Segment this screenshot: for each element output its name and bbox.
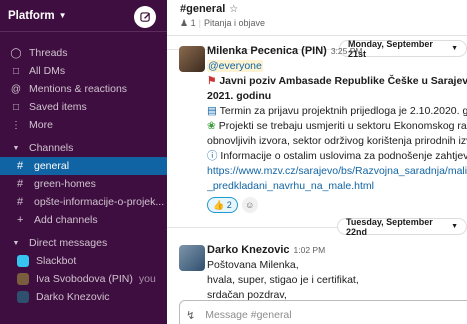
seedling-icon: ❀ (207, 120, 216, 132)
avatar[interactable] (179, 46, 205, 72)
message-text: Javni poziv Ambasade Republike Češke u S… (219, 75, 467, 87)
nav-more[interactable]: ⋮ More (0, 116, 167, 134)
reaction-thumbs-up[interactable]: 👍 2 (207, 197, 238, 213)
channel-name: general (34, 160, 70, 172)
nav-label: Saved items (29, 101, 87, 113)
shortcuts-icon[interactable]: ↯ (186, 309, 195, 322)
message-text: Projekti se trebaju usmjeriti u sektoru … (218, 120, 467, 132)
dms-icon: □ (12, 65, 20, 77)
channel-view: #general ☆ ♟ 1 | Pitanja i objave Monday, S… (167, 0, 467, 324)
bookmark-icon: □ (12, 101, 20, 113)
mention[interactable]: @everyone (207, 60, 263, 72)
channel-title[interactable]: #general (180, 3, 225, 15)
caret-down-icon: ▼ (12, 239, 20, 247)
compose-button[interactable] (134, 6, 156, 28)
message-author[interactable]: Milenka Pecenica (PIN) (207, 45, 327, 57)
workspace-header[interactable]: Platform ▼ (0, 0, 167, 32)
caret-down-icon: ▼ (12, 144, 20, 152)
sidebar-dm-slackbot[interactable]: Slackbot (0, 252, 167, 270)
member-count[interactable]: 1 (191, 18, 196, 28)
dm-name: Slackbot (36, 255, 77, 267)
channel-name: opšte-informacije-o-projek... (34, 196, 165, 208)
sidebar-channel-green-homes[interactable]: # green-homes (0, 175, 167, 193)
sidebar-dm-darko[interactable]: Darko Knezovic (0, 288, 167, 306)
add-reaction-icon: ☺ (245, 200, 255, 210)
megaphone-icon: ⚑ (207, 75, 217, 87)
sidebar-dm-iva[interactable]: Iva Svobodova (PIN) you (0, 270, 167, 288)
plus-icon: + (17, 214, 24, 226)
message-text: Poštovana Milenka, (207, 259, 299, 271)
hash-icon: # (17, 196, 24, 208)
message-link[interactable]: https://www.mzv.cz/sarajevo/bs/Razvojna_… (207, 165, 467, 177)
slackbot-avatar (17, 255, 29, 267)
calendar-icon: ▤ (207, 105, 217, 117)
dm-name: Iva Svobodova (PIN) (36, 273, 133, 285)
sidebar-channel-general[interactable]: # general (0, 157, 167, 175)
add-channels-label: Add channels (34, 214, 98, 226)
at-icon: @ (10, 83, 22, 95)
add-reaction-button[interactable]: ☺ (241, 197, 258, 213)
compose-icon (139, 11, 150, 22)
nav-label: Mentions & reactions (29, 83, 128, 95)
dm-section-header[interactable]: ▼ Direct messages (0, 234, 167, 252)
message-text: Termin za prijavu projektnih prijedloga … (219, 105, 467, 117)
message-time[interactable]: 1:02 PM (294, 245, 326, 255)
message-text: Informacije o ostalim uslovima za podnoš… (220, 150, 467, 162)
star-icon[interactable]: ☆ (229, 4, 238, 15)
section-label: Direct messages (29, 237, 108, 249)
sidebar: Platform ▼ ◯ Threads □ All DMs @ Mentions &… (0, 0, 167, 324)
message-text: 2021. godinu (207, 90, 272, 102)
channels-section-header[interactable]: ▼ Channels (0, 139, 167, 157)
date-pill[interactable]: Tuesday, September 22nd ▼ (337, 216, 467, 237)
channel-header: #general ☆ ♟ 1 | Pitanja i objave (167, 0, 467, 36)
section-label: Channels (29, 142, 74, 154)
message-text: hvala, super, stigao je i certifikat, (207, 274, 359, 286)
message-composer[interactable]: ↯ (179, 300, 467, 324)
message-author[interactable]: Darko Knezovic (207, 244, 290, 256)
channel-topic[interactable]: Pitanja i objave (204, 18, 265, 28)
more-icon: ⋮ (11, 119, 21, 131)
nav-all-dms[interactable]: □ All DMs (0, 62, 167, 80)
nav-label: All DMs (29, 65, 66, 77)
chevron-down-icon[interactable]: ▼ (59, 11, 67, 20)
hash-icon: # (17, 178, 24, 190)
dm-name: Darko Knezovic (36, 291, 110, 303)
nav-threads[interactable]: ◯ Threads (0, 44, 167, 62)
hash-icon: # (17, 160, 24, 172)
you-label: you (138, 273, 156, 285)
threads-icon: ◯ (10, 47, 22, 59)
message-text: obnovljivih izvora, sektor održivog kori… (207, 135, 467, 147)
thumbs-up-icon: 👍 (213, 200, 225, 210)
nav-saved-items[interactable]: □ Saved items (0, 98, 167, 116)
add-channels-button[interactable]: + Add channels (0, 211, 167, 229)
members-icon[interactable]: ♟ (180, 18, 188, 28)
info-icon: ⓘ (207, 150, 218, 162)
message-input[interactable] (205, 309, 406, 321)
message-link[interactable]: _predkladani_navrhu_na_male.html (207, 180, 374, 192)
channel-name: green-homes (34, 178, 96, 190)
nav-label: More (29, 119, 53, 131)
avatar (17, 291, 29, 303)
avatar[interactable] (179, 245, 205, 271)
message-time[interactable]: 3:25 PM (331, 46, 363, 56)
avatar (17, 273, 29, 285)
date-label: Tuesday, September 22nd (346, 216, 433, 237)
workspace-name[interactable]: Platform (8, 10, 55, 22)
nav-label: Threads (29, 47, 68, 59)
sidebar-channel-opste-informacije[interactable]: # opšte-informacije-o-projek... (0, 193, 167, 211)
chevron-down-icon: ▼ (451, 223, 458, 230)
nav-mentions[interactable]: @ Mentions & reactions (0, 80, 167, 98)
reaction-count: 2 (226, 200, 232, 210)
